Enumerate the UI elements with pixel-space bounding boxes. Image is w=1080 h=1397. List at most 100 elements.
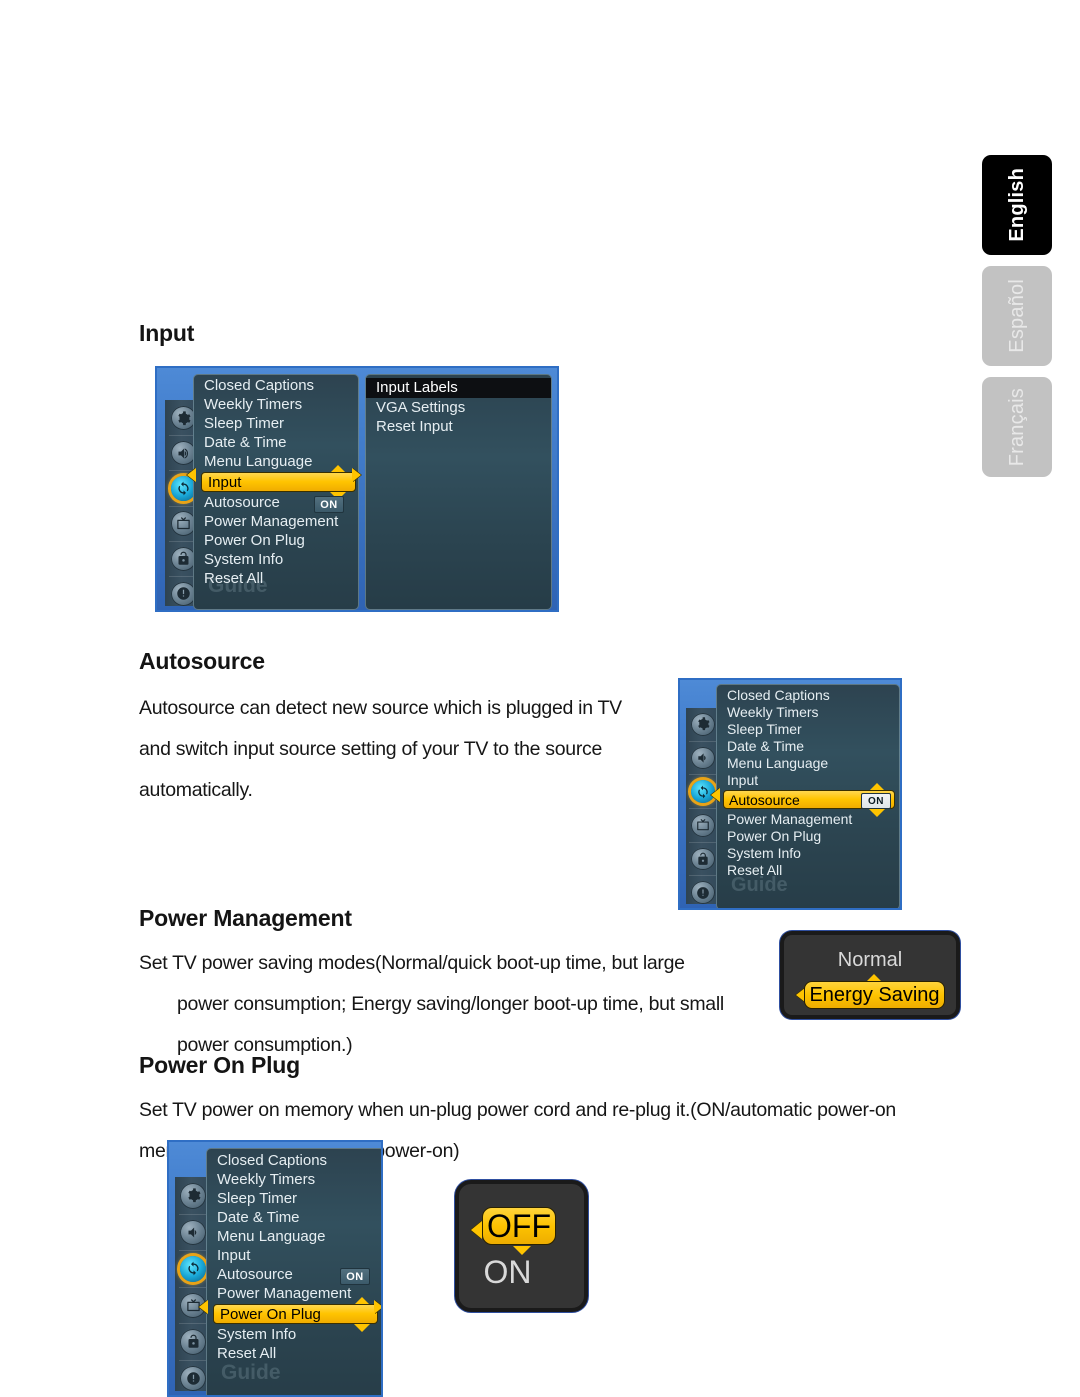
menu-item-input[interactable]: Input	[217, 1247, 250, 1264]
nav-left-arrow-icon[interactable]	[471, 1221, 482, 1239]
menu-item-sleep-timer[interactable]: Sleep Timer	[217, 1190, 297, 1207]
paragraph-autosource-line-3: automatically.	[139, 779, 253, 801]
menu-item-date-time[interactable]: Date & Time	[204, 434, 287, 451]
language-tab-espanol[interactable]: Español	[982, 266, 1052, 366]
lock-icon[interactable]	[691, 847, 715, 871]
info-icon[interactable]	[170, 581, 196, 606]
osd-menu-panel: Guide Closed Captions Weekly Timers Slee…	[716, 684, 900, 908]
nav-down-arrow-icon[interactable]	[869, 809, 885, 817]
nav-left-arrow-icon[interactable]	[711, 788, 720, 802]
paragraph-power-management-line-2: power consumption; Energy saving/longer …	[177, 993, 724, 1015]
language-tab-francais-label: Français	[1006, 387, 1028, 467]
value-box-power-management: Normal Energy Saving	[780, 931, 960, 1019]
menu-item-power-on-plug[interactable]: Power On Plug	[727, 828, 821, 844]
menu-item-input-highlighted[interactable]: Input	[201, 472, 356, 492]
menu-item-input[interactable]: Input	[727, 772, 758, 788]
menu-item-sleep-timer[interactable]: Sleep Timer	[727, 721, 802, 737]
tv-icon[interactable]	[691, 814, 715, 837]
speaker-icon[interactable]	[180, 1219, 206, 1246]
menu-item-power-management[interactable]: Power Management	[727, 811, 852, 827]
submenu-item-input-labels[interactable]: Input Labels	[366, 378, 551, 398]
menu-item-date-time[interactable]: Date & Time	[727, 738, 804, 754]
menu-item-power-on-plug[interactable]: Power On Plug	[204, 532, 305, 549]
value-option-energy-saving-label: Energy Saving	[809, 983, 940, 1006]
heading-power-management: Power Management	[139, 905, 352, 931]
language-tab-english[interactable]: English	[982, 155, 1052, 255]
rail-divider	[689, 808, 717, 810]
nav-up-arrow-icon[interactable]	[867, 974, 881, 981]
language-tab-francais[interactable]: Français	[982, 377, 1052, 477]
paragraph-autosource: Autosource can detect new source which i…	[139, 688, 679, 811]
menu-item-reset-all[interactable]: Reset All	[727, 862, 782, 878]
menu-item-power-management[interactable]: Power Management	[217, 1285, 351, 1302]
language-tab-rail: English Español Français	[982, 155, 1052, 488]
tv-icon[interactable]	[170, 511, 196, 536]
rail-divider	[689, 740, 717, 742]
nav-left-arrow-icon[interactable]	[187, 468, 196, 482]
autosource-on-badge: ON	[340, 1268, 370, 1285]
rail-divider	[178, 1359, 208, 1361]
autosource-on-badge: ON	[861, 793, 891, 809]
osd-screenshot-autosource: Guide Closed Captions Weekly Timers Slee…	[678, 678, 902, 910]
speaker-icon[interactable]	[691, 746, 715, 770]
setup-refresh-icon[interactable]	[180, 1256, 206, 1282]
paragraph-autosource-line-2: and switch input source setting of your …	[139, 738, 603, 760]
autosource-on-badge: ON	[314, 496, 344, 513]
nav-left-arrow-icon[interactable]	[199, 1300, 208, 1314]
gear-icon[interactable]	[691, 713, 715, 736]
submenu-item-reset-input[interactable]: Reset Input	[376, 418, 453, 435]
menu-item-sleep-timer[interactable]: Sleep Timer	[204, 415, 284, 432]
menu-item-system-info[interactable]: System Info	[204, 551, 283, 568]
lock-icon[interactable]	[180, 1329, 206, 1355]
menu-item-power-on-plug-label: Power On Plug	[220, 1305, 321, 1323]
osd-menu-panel: Guide Closed Captions Weekly Timers Slee…	[193, 374, 359, 610]
language-tab-english-label: English	[1006, 168, 1028, 242]
menu-item-menu-language[interactable]: Menu Language	[204, 453, 312, 470]
heading-power-on-plug: Power On Plug	[139, 1052, 300, 1078]
info-icon[interactable]	[180, 1365, 206, 1392]
speaker-icon[interactable]	[170, 441, 196, 466]
paragraph-power-management-line-1: Set TV power saving modes(Normal/quick b…	[139, 952, 685, 974]
menu-item-menu-language[interactable]: Menu Language	[727, 755, 828, 771]
menu-item-reset-all[interactable]: Reset All	[204, 570, 263, 587]
menu-item-date-time[interactable]: Date & Time	[217, 1209, 300, 1226]
submenu-item-vga-settings[interactable]: VGA Settings	[376, 399, 465, 416]
menu-item-power-on-plug-highlighted[interactable]: Power On Plug	[213, 1304, 378, 1324]
rail-divider	[178, 1213, 208, 1215]
nav-down-arrow-icon[interactable]	[354, 1324, 370, 1332]
menu-item-system-info[interactable]: System Info	[727, 845, 801, 861]
menu-item-autosource[interactable]: Autosource	[204, 494, 280, 511]
value-option-normal[interactable]: Normal	[784, 949, 956, 972]
info-icon[interactable]	[691, 881, 715, 905]
rail-divider	[178, 1323, 208, 1324]
menu-item-closed-captions[interactable]: Closed Captions	[727, 687, 830, 703]
lock-icon[interactable]	[170, 546, 196, 571]
menu-item-closed-captions[interactable]: Closed Captions	[217, 1152, 327, 1169]
nav-right-arrow-icon[interactable]	[374, 1300, 381, 1314]
menu-item-menu-language[interactable]: Menu Language	[217, 1228, 325, 1245]
value-option-on[interactable]: ON	[445, 1254, 570, 1291]
heading-autosource: Autosource	[139, 648, 265, 674]
nav-right-arrow-icon[interactable]	[352, 468, 361, 482]
osd-screenshot-input: Guide Closed Captions Weekly Timers Slee…	[155, 366, 559, 612]
value-option-energy-saving-selected[interactable]: Energy Saving	[804, 981, 945, 1009]
paragraph-autosource-line-1: Autosource can detect new source which i…	[139, 697, 622, 719]
menu-item-weekly-timers[interactable]: Weekly Timers	[204, 396, 302, 413]
rail-divider	[689, 841, 717, 843]
value-option-off-selected[interactable]: OFF	[482, 1207, 556, 1245]
value-box-power-on-plug: OFF ON	[455, 1180, 588, 1312]
menu-item-closed-captions[interactable]: Closed Captions	[204, 377, 314, 394]
menu-item-power-management[interactable]: Power Management	[204, 513, 338, 530]
gear-icon[interactable]	[170, 406, 196, 431]
menu-item-autosource[interactable]: Autosource	[217, 1266, 293, 1283]
paragraph-power-on-plug-line-1: Set TV power on memory when un-plug powe…	[139, 1099, 896, 1121]
menu-item-weekly-timers[interactable]: Weekly Timers	[727, 704, 819, 720]
rail-divider	[178, 1250, 208, 1251]
menu-item-reset-all[interactable]: Reset All	[217, 1345, 276, 1362]
osd-icon-rail	[686, 708, 720, 905]
paragraph-power-management: Set TV power saving modes(Normal/quick b…	[139, 943, 779, 1066]
menu-item-system-info[interactable]: System Info	[217, 1326, 296, 1343]
heading-input: Input	[139, 320, 195, 346]
menu-item-weekly-timers[interactable]: Weekly Timers	[217, 1171, 315, 1188]
gear-icon[interactable]	[180, 1183, 206, 1209]
